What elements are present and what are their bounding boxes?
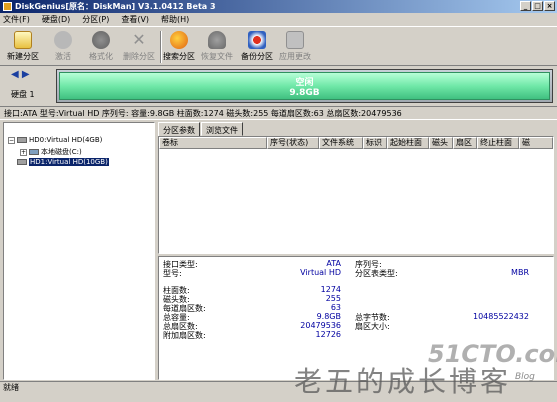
partition-table[interactable]: 卷标 序号(状态) 文件系统 标识 起始柱面 磁头 扇区 终止柱面 磁 xyxy=(158,136,554,254)
app-icon xyxy=(3,2,12,11)
format-icon xyxy=(92,31,110,49)
search-partition-icon xyxy=(170,31,188,49)
table-header: 卷标 序号(状态) 文件系统 标识 起始柱面 磁头 扇区 终止柱面 磁 xyxy=(159,137,553,149)
search-partition-button[interactable]: 搜索分区 xyxy=(160,29,198,65)
delete-partition-icon: ✕ xyxy=(132,30,146,49)
tab-partition-params[interactable]: 分区参数 xyxy=(158,122,200,137)
new-partition-icon xyxy=(14,31,32,49)
menu-file[interactable]: 文件(F) xyxy=(3,14,30,25)
apply-changes-button[interactable]: 应用更改 xyxy=(276,29,314,65)
free-space-label: 空闲 xyxy=(295,78,314,88)
new-partition-button[interactable]: 新建分区 xyxy=(4,29,42,65)
col-sector[interactable]: 扇区 xyxy=(453,137,477,149)
format-button[interactable]: 格式化 xyxy=(82,29,120,65)
menu-help[interactable]: 帮助(H) xyxy=(161,14,189,25)
sector-size-label: 扇区大小: xyxy=(355,322,390,331)
col-id[interactable]: 标识 xyxy=(363,137,387,149)
extra-sectors-label: 附加扇区数: xyxy=(163,331,206,340)
free-space-block[interactable]: 空闲 9.8GB xyxy=(59,72,550,100)
tab-browse-files[interactable]: 浏览文件 xyxy=(201,122,243,136)
apply-changes-icon xyxy=(286,31,304,49)
col-end-cylinder[interactable]: 终止柱面 xyxy=(477,137,519,149)
backup-partition-button[interactable]: 备份分区 xyxy=(238,29,276,65)
partition-icon xyxy=(29,149,39,155)
menu-view[interactable]: 查看(V) xyxy=(121,14,149,25)
total-sectors-value: 20479536 xyxy=(300,321,341,330)
partition-table-type-value: MBR xyxy=(511,268,529,277)
model-value: Virtual HD xyxy=(300,268,341,277)
hard-disk-icon xyxy=(17,159,27,165)
next-disk-icon[interactable]: ▶ xyxy=(22,69,30,80)
heads-value: 255 xyxy=(325,294,341,303)
hard-disk-icon xyxy=(17,137,27,143)
col-head[interactable]: 磁头 xyxy=(429,137,453,149)
watermark-blog-name: 老五的成长博客 xyxy=(294,365,512,398)
capacity-value: 9.8GB xyxy=(316,312,341,321)
cylinders-value: 1274 xyxy=(320,285,341,294)
sectors-per-track-value: 63 xyxy=(330,303,341,312)
collapse-icon[interactable]: − xyxy=(8,136,15,144)
col-volume-label[interactable]: 卷标 xyxy=(159,137,267,149)
tree-item-hd0[interactable]: − HD0:Virtual HD(4GB) xyxy=(8,136,102,144)
model-label: 型号: xyxy=(163,269,182,278)
total-bytes-value: 10485522432 xyxy=(473,312,529,321)
close-button[interactable]: × xyxy=(544,1,555,11)
col-index-status[interactable]: 序号(状态) xyxy=(267,137,319,149)
backup-partition-icon xyxy=(248,31,266,49)
tree-item-local-disk-c[interactable]: + 本地磁盘(C:) xyxy=(20,147,82,157)
tree-item-hd1[interactable]: HD1:Virtual HD(10GB) xyxy=(17,158,109,166)
watermark-blog: Blog xyxy=(515,372,535,382)
col-filesystem[interactable]: 文件系统 xyxy=(319,137,363,149)
extra-sectors-value: 12726 xyxy=(315,330,341,339)
delete-partition-button[interactable]: ✕ 删除分区 xyxy=(120,29,158,65)
partition-table-type-label: 分区表类型: xyxy=(355,269,398,278)
disk-tree[interactable]: − HD0:Virtual HD(4GB) + 本地磁盘(C:) HD1:Vir… xyxy=(3,122,155,380)
free-space-size: 9.8GB xyxy=(289,88,320,98)
menu-partition[interactable]: 分区(P) xyxy=(82,14,109,25)
toolbar: 新建分区 激活 格式化 ✕ 删除分区 搜索分区 恢复文件 备份分区 应用更改 xyxy=(0,26,557,66)
recover-files-button[interactable]: 恢复文件 xyxy=(198,29,236,65)
disk-map-panel: ◀ ▶ 硬盘 1 空闲 9.8GB xyxy=(0,67,557,105)
menu-bar: 文件(F) 硬盘(D) 分区(P) 查看(V) 帮助(H) xyxy=(0,13,557,25)
activate-icon xyxy=(54,31,72,49)
col-start-cylinder[interactable]: 起始柱面 xyxy=(387,137,429,149)
minimize-button[interactable]: _ xyxy=(520,1,531,11)
col-more[interactable]: 磁 xyxy=(519,137,553,149)
partition-map[interactable]: 空闲 9.8GB xyxy=(56,69,553,103)
prev-disk-icon[interactable]: ◀ xyxy=(11,69,19,80)
expand-icon[interactable]: + xyxy=(20,148,27,156)
recover-files-icon xyxy=(208,31,226,49)
activate-button[interactable]: 激活 xyxy=(44,29,82,65)
disk-nav-arrows[interactable]: ◀ ▶ xyxy=(11,69,30,80)
disk-label: 硬盘 1 xyxy=(11,90,35,99)
menu-disk[interactable]: 硬盘(D) xyxy=(42,14,70,25)
maximize-button[interactable]: □ xyxy=(532,1,543,11)
interface-value: ATA xyxy=(326,259,341,268)
window-title: DiskGenius[原名：DiskMan] V3.1.0412 Beta 3 xyxy=(15,2,216,11)
title-bar: DiskGenius[原名：DiskMan] V3.1.0412 Beta 3 … xyxy=(0,0,557,13)
disk-info-line: 接口:ATA 型号:Virtual HD 序列号: 容量:9.8GB 柱面数:1… xyxy=(0,106,557,120)
